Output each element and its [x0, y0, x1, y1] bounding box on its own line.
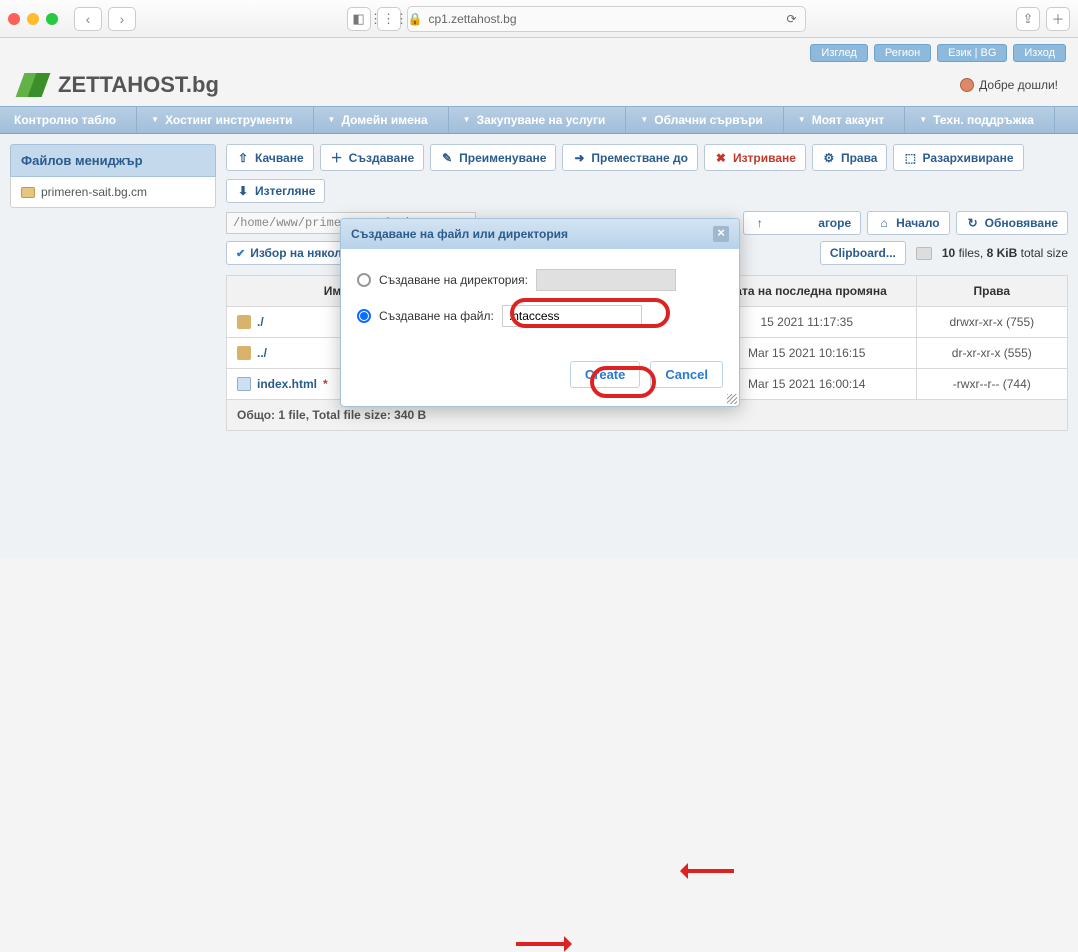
upload-button[interactable]: ⇧Качване — [226, 144, 314, 171]
site-header: ZETTAHOST.bg Добре дошли! — [0, 68, 1078, 106]
annotation-arrow-left — [682, 869, 734, 873]
move-button[interactable]: ➜Преместване до — [562, 144, 698, 171]
main-menu: Контролно табло ▼Хостинг инструменти ▼До… — [0, 106, 1078, 134]
radio-unchecked-icon[interactable] — [357, 273, 371, 287]
forward-button[interactable]: › — [108, 7, 136, 31]
file-name-input[interactable] — [502, 305, 642, 327]
download-button[interactable]: ⬇Изтегляне — [226, 179, 325, 203]
parent-folder-icon — [237, 346, 251, 360]
menu-cloud[interactable]: ▼Облачни сървъри — [626, 107, 783, 133]
apps-icon[interactable]: ⋮⋮⋮ — [377, 7, 401, 31]
sidebar-title: Файлов мениджър — [10, 144, 216, 177]
col-perm[interactable]: Права — [916, 276, 1067, 307]
dialog-create-button[interactable]: Create — [570, 361, 640, 388]
sidebar-site-item[interactable]: primeren-sait.bg.cm — [10, 177, 216, 208]
url-text: cp1.zettahost.bg — [428, 12, 516, 26]
region-button[interactable]: Регион — [874, 44, 931, 62]
plus-icon: ＋ — [330, 149, 344, 166]
back-button[interactable]: ‹ — [74, 7, 102, 31]
option-create-dir[interactable]: Създаване на директория: — [357, 269, 723, 291]
share-icon[interactable]: ⇪ — [1016, 7, 1040, 31]
resize-handle-icon[interactable] — [727, 394, 737, 404]
up-icon: ↑ — [753, 216, 767, 230]
top-utility-bar: Изглед Регион Език | BG Изход — [0, 38, 1078, 68]
home-button[interactable]: ⌂Начало — [867, 211, 949, 235]
move-icon: ➜ — [572, 151, 586, 165]
check-icon: ✔ — [236, 247, 245, 260]
window-controls — [8, 13, 58, 25]
option-file-label: Създаване на файл: — [379, 309, 494, 323]
delete-icon: ✖ — [714, 151, 728, 165]
stack-icon — [916, 247, 932, 260]
close-window-icon[interactable] — [8, 13, 20, 25]
dialog-close-button[interactable]: × — [713, 226, 729, 242]
dialog-title: Създаване на файл или директория — [351, 227, 568, 241]
refresh-button[interactable]: ↻Обновяване — [956, 211, 1068, 235]
minimize-window-icon[interactable] — [27, 13, 39, 25]
brand-logo[interactable]: ZETTAHOST.bg — [20, 72, 219, 98]
welcome-text: Добре дошли! — [979, 78, 1058, 92]
dialog-header[interactable]: Създаване на файл или директория × — [341, 219, 739, 249]
dir-name-input — [536, 269, 676, 291]
create-dialog: Създаване на файл или директория × Създа… — [340, 218, 740, 407]
option-create-file[interactable]: Създаване на файл: — [357, 305, 723, 327]
folder-icon — [21, 187, 35, 198]
upload-icon: ⇧ — [236, 151, 250, 165]
gear-icon: ⚙ — [822, 151, 836, 165]
archive-icon: ⬚ — [903, 151, 917, 165]
menu-buy[interactable]: ▼Закупуване на услуги — [449, 107, 627, 133]
folder-icon — [237, 315, 251, 329]
menu-support[interactable]: ▼Техн. поддръжка — [905, 107, 1055, 133]
page-icon — [237, 377, 251, 391]
up-button[interactable]: ↑Нагореагоре — [743, 211, 861, 235]
welcome-user[interactable]: Добре дошли! — [960, 78, 1058, 92]
menu-domains[interactable]: ▼Домейн имена — [314, 107, 449, 133]
menu-account[interactable]: ▼Моят акаунт — [784, 107, 905, 133]
reload-icon[interactable]: ⟳ — [786, 12, 796, 26]
download-icon: ⬇ — [236, 184, 250, 198]
file-stats: 10 files, 8 KiB total size — [942, 246, 1068, 260]
maximize-window-icon[interactable] — [46, 13, 58, 25]
toolbar-row-1: ⇧Качване ＋Създаване ✎Преименуване ➜Преме… — [226, 144, 1068, 171]
annotation-arrow-right — [516, 942, 570, 946]
view-button[interactable]: Изглед — [810, 44, 867, 62]
sidebar: Файлов мениджър primeren-sait.bg.cm — [10, 144, 216, 548]
unarchive-button[interactable]: ⬚Разархивиране — [893, 144, 1023, 171]
rename-button[interactable]: ✎Преименуване — [430, 144, 556, 171]
language-button[interactable]: Език | BG — [937, 44, 1007, 62]
radio-checked-icon[interactable] — [357, 309, 371, 323]
site-name: primeren-sait.bg.cm — [41, 185, 147, 199]
brand-name: ZETTAHOST.bg — [58, 72, 219, 98]
option-dir-label: Създаване на директория: — [379, 273, 528, 287]
refresh-icon: ↻ — [966, 216, 980, 230]
new-tab-icon[interactable]: ＋ — [1046, 7, 1070, 31]
logo-mark-icon — [20, 73, 50, 97]
user-avatar-icon — [960, 78, 974, 92]
exit-button[interactable]: Изход — [1013, 44, 1066, 62]
menu-dashboard[interactable]: Контролно табло — [0, 107, 137, 133]
menu-hosting[interactable]: ▼Хостинг инструменти — [137, 107, 313, 133]
clipboard-button[interactable]: Clipboard... — [820, 241, 906, 265]
address-bar[interactable]: 🔒 cp1.zettahost.bg ⟳ — [407, 6, 806, 32]
lock-icon: 🔒 — [408, 12, 423, 26]
dialog-cancel-button[interactable]: Cancel — [650, 361, 723, 388]
home-icon: ⌂ — [877, 216, 891, 230]
delete-button[interactable]: ✖Изтриване — [704, 144, 806, 171]
browser-chrome: ‹ › ◧ ⋮⋮⋮ 🔒 cp1.zettahost.bg ⟳ ⇪ ＋ — [0, 0, 1078, 38]
shield-icon[interactable]: ◧ — [347, 7, 371, 31]
create-button[interactable]: ＋Създаване — [320, 144, 424, 171]
toolbar-row-2: ⬇Изтегляне — [226, 179, 1068, 203]
perms-button[interactable]: ⚙Права — [812, 144, 888, 171]
rename-icon: ✎ — [440, 151, 454, 165]
